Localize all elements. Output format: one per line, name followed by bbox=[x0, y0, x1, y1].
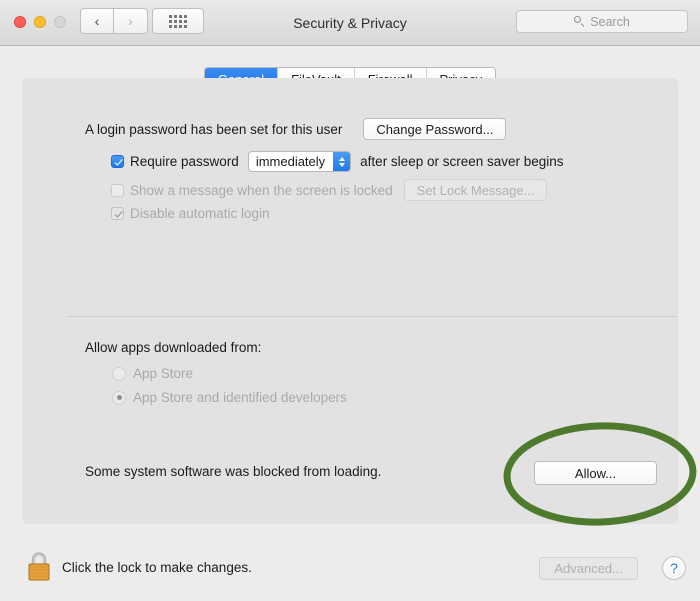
search-placeholder: Search bbox=[590, 14, 630, 29]
lock-hint-text: Click the lock to make changes. bbox=[62, 560, 252, 575]
zoom-window-button bbox=[54, 16, 66, 28]
radio-app-store-identified-developers[interactable] bbox=[112, 390, 126, 405]
grid-icon bbox=[169, 14, 187, 28]
require-password-checkbox[interactable] bbox=[111, 155, 124, 168]
lock-closed-icon bbox=[28, 552, 50, 581]
forward-button[interactable]: › bbox=[114, 8, 148, 34]
change-password-button[interactable]: Change Password... bbox=[363, 118, 507, 140]
blocked-software-label: Some system software was blocked from lo… bbox=[85, 464, 382, 479]
require-password-suffix-label: after sleep or screen saver begins bbox=[360, 154, 564, 169]
radio-app-store-identified-developers-label: App Store and identified developers bbox=[133, 390, 347, 405]
search-field[interactable]: Search bbox=[516, 10, 688, 33]
back-button[interactable]: ‹ bbox=[80, 8, 114, 34]
allow-apps-option-appstore-developers[interactable]: App Store and identified developers bbox=[112, 390, 347, 405]
allow-apps-heading: Allow apps downloaded from: bbox=[85, 340, 262, 355]
chevron-updown-icon bbox=[333, 152, 351, 171]
disable-automatic-login-row: Disable automatic login bbox=[111, 206, 270, 221]
security-privacy-window: ‹ › Security & Privacy Search General Fi… bbox=[0, 0, 700, 601]
require-password-row: Require password immediately after sleep… bbox=[111, 151, 564, 172]
require-password-interval-popup[interactable]: immediately bbox=[247, 151, 352, 172]
show-lock-message-label: Show a message when the screen is locked bbox=[130, 182, 393, 198]
advanced-button[interactable]: Advanced... bbox=[539, 557, 638, 580]
window-titlebar: ‹ › Security & Privacy Search bbox=[0, 0, 700, 46]
disable-automatic-login-label: Disable automatic login bbox=[130, 206, 270, 221]
radio-app-store-label: App Store bbox=[133, 366, 194, 381]
require-password-interval-value: immediately bbox=[255, 154, 326, 169]
lock-button[interactable] bbox=[24, 548, 54, 584]
show-all-button[interactable] bbox=[152, 8, 204, 34]
allow-apps-option-appstore[interactable]: App Store bbox=[112, 366, 193, 381]
help-button[interactable]: ? bbox=[662, 556, 686, 580]
allow-apps-heading-row: Allow apps downloaded from: bbox=[85, 340, 261, 355]
login-password-row: A login password has been set for this u… bbox=[85, 118, 507, 140]
disable-automatic-login-checkbox[interactable] bbox=[111, 207, 124, 220]
allow-button-wrap: Allow... bbox=[534, 461, 657, 485]
chevron-right-icon: › bbox=[128, 13, 133, 29]
set-lock-message-button[interactable]: Set Lock Message... bbox=[403, 179, 548, 201]
minimize-window-button[interactable] bbox=[34, 16, 46, 28]
show-lock-message-row: Show a message when the screen is locked… bbox=[111, 179, 548, 201]
close-window-button[interactable] bbox=[14, 16, 26, 28]
search-icon bbox=[574, 16, 585, 27]
traffic-lights bbox=[14, 16, 66, 28]
login-password-label: A login password has been set for this u… bbox=[85, 121, 343, 137]
allow-button[interactable]: Allow... bbox=[534, 461, 657, 485]
require-password-label: Require password bbox=[130, 154, 239, 169]
navigation-buttons: ‹ › bbox=[80, 8, 148, 34]
radio-app-store[interactable] bbox=[112, 366, 126, 381]
show-lock-message-checkbox[interactable] bbox=[111, 183, 124, 197]
blocked-software-row: Some system software was blocked from lo… bbox=[85, 464, 381, 479]
section-divider bbox=[67, 316, 678, 317]
general-pane: A login password has been set for this u… bbox=[22, 78, 678, 524]
chevron-left-icon: ‹ bbox=[94, 13, 100, 29]
